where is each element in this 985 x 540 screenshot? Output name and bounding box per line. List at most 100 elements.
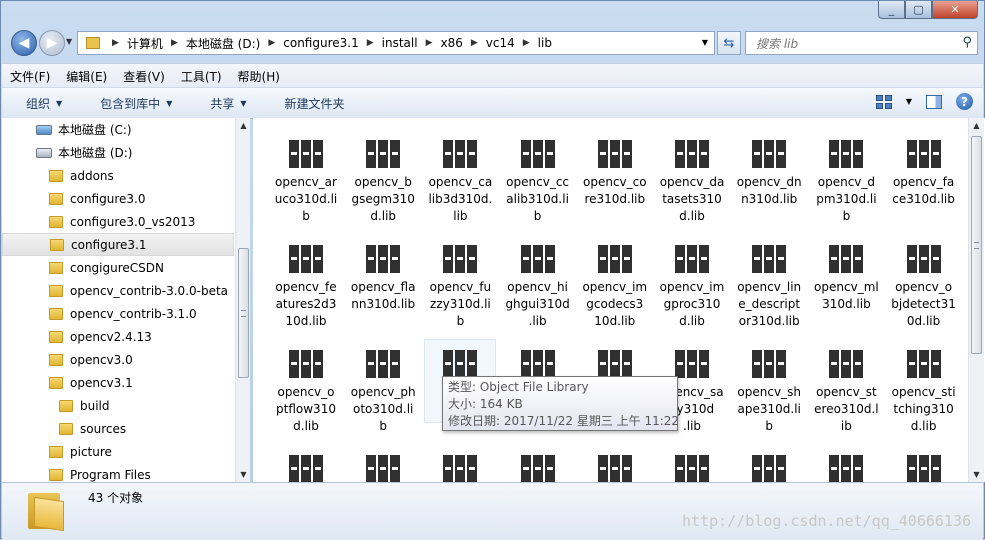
menu-file[interactable]: 文件(F) — [2, 68, 58, 85]
menu-help[interactable]: 帮助(H) — [230, 68, 288, 85]
change-view-icon[interactable] — [875, 94, 892, 109]
back-button[interactable]: ◀ — [11, 30, 37, 56]
tree-item[interactable]: picture — [2, 440, 234, 463]
tree-scrollbar[interactable]: ▲ ▼ — [235, 118, 250, 482]
menu-view[interactable]: 查看(V) — [115, 68, 173, 85]
file-item[interactable]: opencv_cc alib310d.li b — [503, 130, 573, 225]
tree-item[interactable]: configure3.0 — [2, 187, 234, 210]
minimize-button[interactable]: _ — [878, 1, 905, 19]
file-list-scrollbar[interactable]: ▲ ▼ — [968, 118, 984, 482]
refresh-button[interactable]: ⇆ — [717, 31, 741, 55]
file-item[interactable] — [503, 445, 573, 482]
search-icon[interactable]: ⚲ — [962, 35, 972, 50]
tree-item[interactable]: opencv3.0 — [2, 348, 234, 371]
file-item[interactable] — [348, 445, 418, 482]
chevron-right-icon[interactable]: ▶ — [171, 38, 178, 48]
file-item[interactable]: opencv_im gcodecs3 10d.lib — [580, 235, 650, 330]
file-item[interactable]: opencv_ph oto310d.li b — [348, 340, 418, 435]
chevron-right-icon[interactable]: ▶ — [268, 38, 275, 48]
file-item[interactable] — [734, 445, 804, 482]
scroll-up-icon[interactable]: ▲ — [236, 118, 250, 133]
chevron-down-icon: ▼ — [240, 98, 247, 108]
breadcrumb-install[interactable]: install — [382, 36, 418, 50]
file-item[interactable] — [889, 445, 959, 482]
scroll-down-icon[interactable]: ▼ — [969, 467, 984, 482]
tree-item[interactable]: build — [2, 394, 234, 417]
tree-item[interactable]: configure3.0_vs2013 — [2, 210, 234, 233]
file-item[interactable] — [657, 445, 727, 482]
navigation-pane: 本地磁盘 (C:) 本地磁盘 (D:) addons configure3.0 conf… — [2, 118, 250, 482]
file-item[interactable]: opencv_b gsegm310 d.lib — [348, 130, 418, 225]
search-input[interactable] — [754, 33, 958, 55]
file-item[interactable]: opencv_lin e_descript or310d.lib — [734, 235, 804, 330]
tree-item[interactable]: Program Files — [2, 463, 234, 482]
chevron-right-icon[interactable]: ▶ — [426, 38, 433, 48]
file-item[interactable] — [580, 445, 650, 482]
breadcrumb-vc14[interactable]: vc14 — [486, 36, 515, 50]
menu-tools[interactable]: 工具(T) — [173, 68, 230, 85]
file-item[interactable]: opencv_co re310d.lib — [580, 130, 650, 208]
organize-button[interactable]: 组织 ▼ — [2, 95, 76, 112]
forward-button[interactable]: ▶ — [39, 30, 65, 56]
chevron-right-icon[interactable]: ▶ — [367, 38, 374, 48]
new-folder-button[interactable]: 新建文件夹 — [261, 95, 359, 112]
breadcrumb-drive-d[interactable]: 本地磁盘 (D:) — [186, 35, 260, 52]
file-item[interactable]: opencv_im gproc310 d.lib — [657, 235, 727, 330]
view-options-dropdown[interactable]: ▼ — [906, 97, 912, 106]
file-item[interactable]: opencv_ar uco310d.li b — [271, 130, 341, 225]
file-item[interactable]: opencv_fe atures2d3 10d.lib — [271, 235, 341, 330]
file-name-line: .lib — [528, 314, 547, 328]
address-bar[interactable]: ▶ 计算机 ▶ 本地磁盘 (D:) ▶ configure3.1 ▶ insta… — [77, 31, 715, 55]
file-item[interactable]: opencv_da tasets310 d.lib — [657, 130, 727, 225]
help-icon[interactable]: ? — [956, 93, 973, 110]
scroll-up-icon[interactable]: ▲ — [969, 118, 984, 133]
file-item[interactable] — [811, 445, 881, 482]
file-item[interactable]: opencv_o ptflow310 d.lib — [271, 340, 341, 435]
breadcrumb-computer[interactable]: 计算机 — [127, 35, 163, 52]
tree-item[interactable]: 本地磁盘 (D:) — [2, 141, 234, 164]
chevron-down-icon[interactable]: ▼ — [702, 38, 708, 47]
file-item[interactable]: opencv_ca lib3d310d. lib — [425, 130, 495, 225]
file-item[interactable]: opencv_hi ghgui310d .lib — [503, 235, 573, 330]
chevron-right-icon[interactable]: ▶ — [523, 38, 530, 48]
breadcrumb-x86[interactable]: x86 — [440, 36, 462, 50]
share-button[interactable]: 共享 ▼ — [186, 95, 260, 112]
file-item[interactable]: opencv_fla nn310d.lib — [348, 235, 418, 313]
library-file-icon — [828, 451, 864, 482]
file-list-scroll-thumb[interactable] — [971, 136, 982, 354]
file-item[interactable]: opencv_o bjdetect31 0d.lib — [889, 235, 959, 330]
breadcrumb-configure[interactable]: configure3.1 — [283, 36, 358, 50]
file-item[interactable]: opencv_dn n310d.lib — [734, 130, 804, 208]
recent-pages-dropdown[interactable]: ▼ — [66, 37, 72, 46]
breadcrumb-lib[interactable]: lib — [538, 36, 552, 50]
tree-item[interactable]: opencv2.4.13 — [2, 325, 234, 348]
file-item[interactable]: opencv_sti tching310 d.lib — [889, 340, 959, 435]
scroll-down-icon[interactable]: ▼ — [236, 467, 250, 482]
file-item[interactable]: opencv_st ereo310d.l ib — [811, 340, 881, 435]
file-item[interactable]: opencv_sh ape310d.li b — [734, 340, 804, 435]
tree-item[interactable]: opencv_contrib-3.0.0-beta — [2, 279, 234, 302]
file-item[interactable]: opencv_ml 310d.lib — [811, 235, 881, 313]
maximize-button[interactable]: ▢ — [905, 1, 932, 19]
tree-item[interactable]: sources — [2, 417, 234, 440]
tree-item[interactable]: congigureCSDN — [2, 256, 234, 279]
include-in-library-button[interactable]: 包含到库中 ▼ — [76, 95, 186, 112]
tree-item[interactable]: configure3.1 — [2, 233, 234, 256]
menu-edit[interactable]: 编辑(E) — [58, 68, 115, 85]
tree-scroll-thumb[interactable] — [238, 248, 249, 378]
chevron-right-icon[interactable]: ▶ — [471, 38, 478, 48]
file-name-line: opencv_ph — [350, 385, 416, 399]
tree-item[interactable]: opencv3.1 — [2, 371, 234, 394]
file-name: opencv_lin e_descript or310d.lib — [734, 279, 804, 330]
tree-item[interactable]: opencv_contrib-3.1.0 — [2, 302, 234, 325]
file-item[interactable] — [271, 445, 341, 482]
file-item[interactable]: opencv_fu zzy310d.li b — [425, 235, 495, 330]
file-item[interactable]: opencv_d pm310d.li b — [811, 130, 881, 225]
preview-pane-icon[interactable] — [926, 94, 942, 109]
tree-item[interactable]: addons — [2, 164, 234, 187]
close-button[interactable]: ✕ — [932, 1, 978, 19]
file-item[interactable]: opencv_fa ce310d.lib — [889, 130, 959, 208]
file-item[interactable] — [425, 445, 495, 482]
tree-item[interactable]: 本地磁盘 (C:) — [2, 118, 234, 141]
file-name: opencv_o bjdetect31 0d.lib — [889, 279, 959, 330]
